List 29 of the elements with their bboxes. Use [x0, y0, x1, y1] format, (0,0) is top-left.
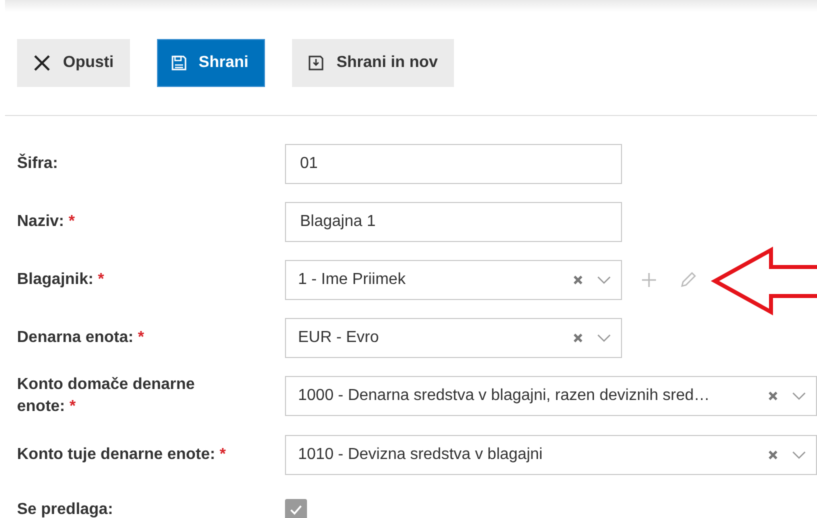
- save-button[interactable]: Shrani: [156, 39, 266, 87]
- check-icon: [290, 505, 302, 515]
- select-field[interactable]: EUR - Evro: [285, 318, 622, 358]
- field-label: Konto tuje denarne enote: *: [17, 445, 226, 465]
- select-field[interactable]: 1 - Ime Priimek: [285, 260, 622, 300]
- select-field[interactable]: 1000 - Denarna sredstva v blagajni, razen deviznih sred…: [285, 376, 817, 416]
- text-field[interactable]: Blagajna 1: [285, 202, 622, 242]
- pencil-icon[interactable]: [679, 271, 697, 289]
- close-icon: [33, 54, 51, 72]
- clear-icon[interactable]: [573, 275, 583, 285]
- field-label: Blagajnik: *: [17, 270, 104, 290]
- add-icon[interactable]: [641, 272, 657, 288]
- select-field[interactable]: 1010 - Devizna sredstva v blagajni: [285, 435, 817, 475]
- chevron-down-icon[interactable]: [597, 276, 611, 284]
- cancel-button[interactable]: Opusti: [17, 39, 130, 87]
- field-label: Šifra:: [17, 153, 58, 174]
- chevron-down-icon[interactable]: [597, 334, 611, 342]
- field-label: Denarna enota: *: [17, 328, 144, 348]
- save-and-new-button[interactable]: Shrani in nov: [292, 39, 454, 87]
- field-label: Konto domače denarne enote: *: [17, 375, 196, 417]
- clear-icon[interactable]: [573, 333, 583, 343]
- text-field[interactable]: 01: [285, 144, 622, 184]
- chevron-down-icon[interactable]: [792, 451, 806, 459]
- checkbox[interactable]: [285, 499, 307, 518]
- clear-icon[interactable]: [768, 450, 778, 460]
- field-label: Naziv: *: [17, 212, 75, 232]
- field-label: Se predlaga:: [17, 500, 114, 518]
- chevron-down-icon[interactable]: [792, 392, 806, 400]
- clear-icon[interactable]: [768, 391, 778, 401]
